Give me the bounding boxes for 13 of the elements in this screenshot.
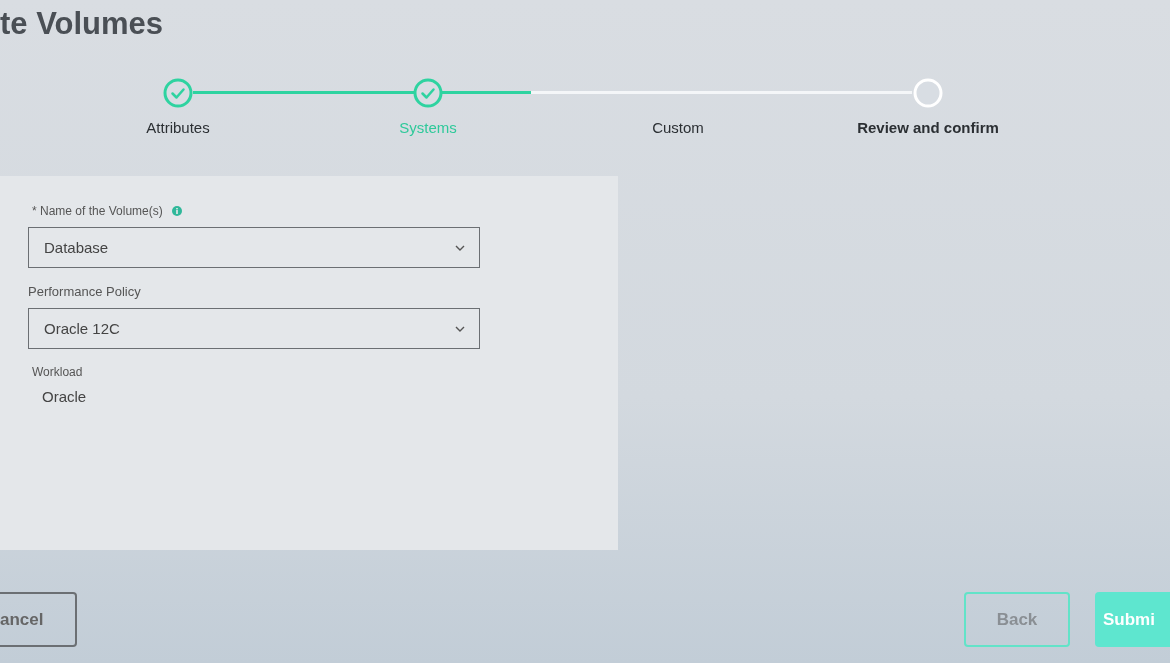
field-label: Workload xyxy=(32,365,83,379)
cancel-button[interactable]: ancel xyxy=(0,592,77,647)
chevron-down-icon xyxy=(455,244,465,251)
dropdown-field[interactable]: Database xyxy=(28,227,480,268)
chevron-down-icon xyxy=(455,325,465,332)
step-label[interactable]: Attributes xyxy=(146,119,210,136)
step-label[interactable]: Custom xyxy=(652,119,704,136)
field-label: Performance Policy xyxy=(28,284,141,299)
field-label: * Name of the Volume(s) xyxy=(32,204,163,218)
page-title: te Volumes xyxy=(0,5,165,43)
field-value: Oracle xyxy=(42,388,88,405)
dropdown-field[interactable]: Oracle 12C xyxy=(28,308,480,349)
step-label[interactable]: Review and confirm xyxy=(857,119,999,136)
